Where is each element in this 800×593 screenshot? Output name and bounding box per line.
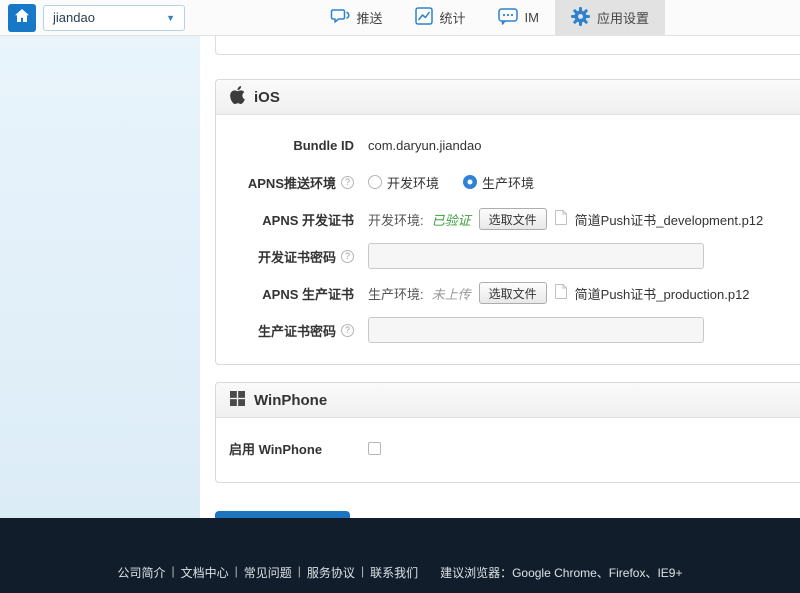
help-icon[interactable]: ? [341, 249, 354, 263]
nav-item-label: 应用设置 [596, 11, 649, 26]
file-icon [554, 210, 567, 228]
chat-icon [497, 7, 518, 28]
radio-prod-env[interactable]: 生产环境 [463, 173, 534, 192]
app-selector-value: jiandao [53, 10, 95, 25]
main-content: iOS Bundle ID com.daryun.jiandao APNS推送环… [200, 36, 800, 518]
dev-cert-value: 开发环境: 已验证 选取文件 简道Push证书_development.p12 [368, 208, 763, 230]
page: jiandao ▼ 推送 统计 IM 应用设置 iOS Bundle ID co… [0, 0, 800, 593]
section-title: iOS [254, 88, 280, 106]
apns-env-options: 开发环境 生产环境 [368, 173, 550, 192]
help-icon[interactable]: ? [341, 323, 354, 337]
sidebar [0, 36, 200, 518]
dev-cert-label: APNS 开发证书 [262, 212, 354, 228]
nav-item-label: IM [524, 10, 539, 25]
prod-cert-filename: 简道Push证书_production.p12 [574, 286, 750, 302]
stats-icon [414, 7, 433, 28]
nav-item-label: 推送 [356, 11, 383, 26]
winphone-section-body: 启用 WinPhone [216, 418, 800, 482]
nav-item-stats[interactable]: 统计 [399, 0, 482, 35]
app-selector[interactable]: jiandao ▼ [43, 4, 185, 31]
bundle-id-row: Bundle ID com.daryun.jiandao [216, 128, 800, 162]
dev-select-file-button[interactable]: 选取文件 [478, 208, 547, 230]
home-button[interactable] [8, 3, 36, 32]
enable-winphone-row: 启用 WinPhone [216, 431, 800, 465]
push-icon [330, 7, 350, 28]
file-icon [554, 284, 567, 302]
top-navbar: jiandao ▼ 推送 统计 IM 应用设置 [0, 0, 800, 36]
footer: 公司简介 | 文档中心 | 常见问题 | 服务协议 | 联系我们 建议浏览器：G… [0, 518, 800, 593]
nav-item-push[interactable]: 推送 [314, 0, 399, 35]
main-nav: 推送 统计 IM 应用设置 [314, 0, 665, 35]
enable-winphone-label: 启用 WinPhone [229, 441, 323, 457]
section-title: WinPhone [254, 391, 328, 409]
ios-section-header: iOS [216, 80, 800, 115]
prod-env-text: 生产环境: [368, 286, 424, 302]
bundle-id-label: Bundle ID [293, 137, 354, 153]
prod-cert-value: 生产环境: 未上传 选取文件 简道Push证书_production.p12 [368, 282, 750, 304]
save-button[interactable]: 保存修改 [215, 511, 351, 518]
footer-link-terms[interactable]: 服务协议 [307, 564, 355, 581]
footer-link-about[interactable]: 公司简介 [118, 564, 166, 581]
footer-link-faq[interactable]: 常见问题 [244, 564, 292, 581]
enable-winphone-checkbox[interactable] [368, 441, 381, 455]
apns-env-row: APNS推送环境 ? 开发环境 生产环境 [216, 165, 800, 199]
dev-env-text: 开发环境: [368, 212, 424, 228]
dev-cert-row: APNS 开发证书 开发环境: 已验证 选取文件 简道Push证书_develo [216, 202, 800, 236]
footer-link-docs[interactable]: 文档中心 [181, 564, 229, 581]
prod-cert-row: APNS 生产证书 生产环境: 未上传 选取文件 简道Push证书_produc [216, 276, 800, 310]
winphone-section-header: WinPhone [216, 383, 800, 418]
apns-env-label: APNS推送环境 ? [216, 173, 354, 192]
apple-icon [230, 86, 245, 108]
radio-checked-icon[interactable] [463, 175, 478, 189]
previous-section-remnant [215, 36, 800, 55]
prod-password-label: 生产证书密码 ? [216, 321, 354, 340]
actions-bar: 保存修改 删除应用 [215, 511, 800, 518]
nav-item-label: 统计 [439, 11, 466, 26]
winphone-section-card: WinPhone 启用 WinPhone [215, 382, 800, 483]
dev-cert-filename: 简道Push证书_development.p12 [574, 212, 764, 228]
nav-item-im[interactable]: IM [482, 0, 555, 35]
footer-link-contact[interactable]: 联系我们 [370, 564, 418, 581]
dev-password-label: 开发证书密码 ? [216, 247, 354, 266]
dev-password-row: 开发证书密码 ? [216, 239, 800, 273]
gear-icon [570, 6, 590, 29]
prod-password-row: 生产证书密码 ? [216, 313, 800, 347]
dev-cert-status: 已验证 [431, 212, 471, 228]
radio-icon[interactable] [368, 175, 382, 189]
ios-section-body: Bundle ID com.daryun.jiandao APNS推送环境 ? … [216, 115, 800, 364]
home-icon [14, 8, 30, 28]
windows-icon [230, 390, 245, 410]
prod-password-input[interactable] [368, 317, 704, 343]
dev-password-input[interactable] [368, 243, 704, 269]
bundle-id-value: com.daryun.jiandao [368, 137, 482, 153]
prod-cert-label: APNS 生产证书 [262, 286, 354, 302]
nav-item-app-settings[interactable]: 应用设置 [554, 0, 665, 35]
chevron-down-icon: ▼ [166, 12, 175, 23]
help-icon[interactable]: ? [341, 175, 354, 189]
prod-cert-status: 未上传 [431, 286, 471, 302]
browser-recommendation: 建议浏览器：Google Chrome、Firefox、IE9+ [440, 566, 683, 580]
prod-select-file-button[interactable]: 选取文件 [478, 282, 547, 304]
ios-section-card: iOS Bundle ID com.daryun.jiandao APNS推送环… [215, 79, 800, 365]
radio-dev-env[interactable]: 开发环境 [368, 173, 439, 192]
